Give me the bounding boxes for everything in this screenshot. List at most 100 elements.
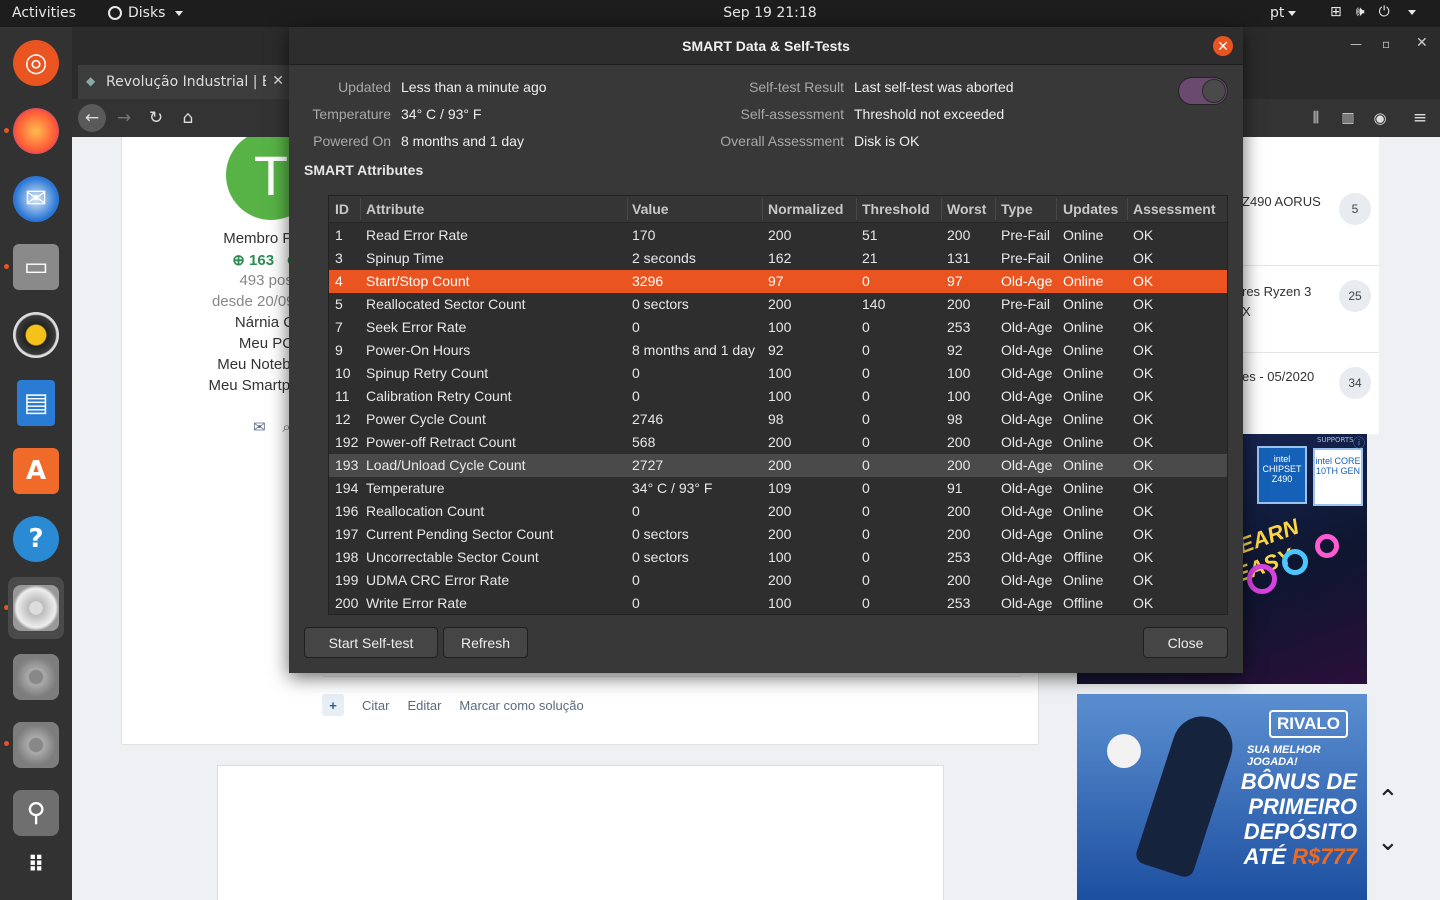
quote-link[interactable]: Citar — [362, 698, 389, 713]
sidebar-icon[interactable]: ▥ — [1334, 104, 1362, 132]
dock-rhythmbox[interactable] — [8, 307, 64, 363]
edit-link[interactable]: Editar — [407, 698, 441, 713]
dock-thunderbird[interactable]: ✉ — [8, 171, 64, 227]
scroll-down-icon[interactable]: ⌄ — [1377, 827, 1399, 857]
col-value-cell: 170 — [632, 227, 656, 243]
clock[interactable]: Sep 19 21:18 — [723, 5, 816, 21]
column-separator[interactable] — [360, 198, 361, 220]
col-worst-header[interactable]: Worst — [947, 201, 986, 217]
col-attribute-header[interactable]: Attribute — [366, 201, 424, 217]
fan-icon — [1282, 549, 1308, 575]
column-separator[interactable] — [1056, 198, 1057, 220]
col-id-cell: 198 — [335, 549, 359, 565]
close-window-button[interactable]: ✕ — [1416, 35, 1428, 51]
table-row[interactable]: 194 Temperature 34° C / 93° F 109 0 91 Old-Age… — [329, 477, 1227, 500]
col-threshold-cell: 0 — [862, 572, 870, 588]
col-assessment-header[interactable]: Assessment — [1133, 201, 1216, 217]
col-type-cell: Old-Age — [1001, 388, 1053, 404]
table-row[interactable]: 7 Seek Error Rate 0 100 0 253 Old-Age Online OK — [329, 316, 1227, 339]
player-figure — [1133, 708, 1241, 880]
col-id-cell: 194 — [335, 480, 359, 496]
system-menu[interactable]: ⊞ 🕪 ⏻ — [1330, 4, 1416, 20]
related-topic[interactable]: res Ryzen 3 X — [1242, 282, 1342, 322]
col-normalized-header[interactable]: Normalized — [768, 201, 843, 217]
menu-icon[interactable]: ≡ — [1406, 104, 1434, 132]
table-row[interactable]: 10 Spinup Retry Count 0 100 0 100 Old-Age Onlin… — [329, 362, 1227, 385]
browser-tab[interactable]: ◆ Revolução Industrial | Et ✕ — [78, 65, 290, 99]
activities-button[interactable]: Activities — [12, 5, 76, 21]
table-row[interactable]: 12 Power Cycle Count 2746 98 0 98 Old-Age Onlin… — [329, 408, 1227, 431]
scroll-up-icon[interactable]: ⌃ — [1377, 785, 1399, 815]
col-type-cell: Pre-Fail — [1001, 250, 1051, 266]
column-separator[interactable] — [856, 198, 857, 220]
related-topic[interactable]: Z490 AORUS — [1242, 194, 1342, 209]
self-assessment-value: Threshold not exceeded — [854, 106, 1005, 122]
table-row[interactable]: 3 Spinup Time 2 seconds 162 21 131 Pre-Fail Onl… — [329, 247, 1227, 270]
column-separator[interactable] — [627, 198, 628, 220]
close-tab-icon[interactable]: ✕ — [272, 73, 284, 89]
home-button[interactable]: ⌂ — [174, 104, 202, 132]
smart-attributes-table[interactable]: ID Attribute Value Normalized Threshold Worst… — [328, 195, 1228, 615]
divider — [1242, 352, 1379, 353]
app-menu[interactable]: Disks — [108, 5, 184, 21]
table-row[interactable]: 199 UDMA CRC Error Rate 0 200 0 200 Old-Age Onl… — [329, 569, 1227, 592]
col-threshold-header[interactable]: Threshold — [862, 201, 930, 217]
advertisement-rivalo[interactable]: RIVALO SUA MELHOR JOGADA! BÔNUS DE PRIME… — [1077, 694, 1367, 900]
table-row[interactable]: 192 Power-off Retract Count 568 200 0 200 Old-… — [329, 431, 1227, 454]
dock-drive-1[interactable] — [8, 649, 64, 705]
reload-button[interactable]: ↻ — [142, 104, 170, 132]
dialog-close-icon[interactable]: ✕ — [1213, 36, 1233, 56]
table-row[interactable]: 11 Calibration Retry Count 0 100 0 100 Old-Age… — [329, 385, 1227, 408]
table-row[interactable]: 193 Load/Unload Cycle Count 2727 200 0 200 Old… — [329, 454, 1227, 477]
col-type-header[interactable]: Type — [1001, 201, 1033, 217]
back-button[interactable]: ← — [78, 104, 106, 132]
show-applications-button[interactable]: ⠿ — [8, 837, 64, 893]
column-separator[interactable] — [941, 198, 942, 220]
mark-solution-link[interactable]: Marcar como solução — [459, 698, 583, 713]
minimize-button[interactable]: — — [1350, 37, 1362, 51]
column-separator[interactable] — [762, 198, 763, 220]
rivalo-logo: RIVALO — [1269, 710, 1348, 738]
dock-ubuntu-software[interactable]: ◎ — [8, 35, 64, 91]
dock-software[interactable]: A — [8, 443, 64, 499]
forward-button[interactable]: → — [110, 104, 138, 132]
dock-drive-2[interactable] — [8, 717, 64, 773]
close-button[interactable]: Close — [1143, 627, 1228, 658]
dock-firefox[interactable] — [8, 103, 64, 159]
message-icon[interactable]: ✉ — [253, 419, 266, 436]
start-self-test-button[interactable]: Start Self-test — [304, 627, 438, 658]
col-type-cell: Pre-Fail — [1001, 227, 1051, 243]
dock-help[interactable]: ? — [8, 511, 64, 567]
col-value-header[interactable]: Value — [632, 201, 669, 217]
reply-editor[interactable] — [217, 765, 944, 900]
dock-writer[interactable]: ▤ — [8, 375, 64, 431]
library-icon[interactable]: ⫼ — [1302, 104, 1330, 132]
dock-files[interactable]: ▭ — [8, 239, 64, 295]
table-row[interactable]: 197 Current Pending Sector Count 0 sectors… — [329, 523, 1227, 546]
table-row[interactable]: 5 Reallocated Sector Count 0 sectors 200 140… — [329, 293, 1227, 316]
soccer-ball-icon — [1107, 734, 1141, 768]
table-row[interactable]: 9 Power-On Hours 8 months and 1 day 92 0 92 Ol… — [329, 339, 1227, 362]
col-updates-header[interactable]: Updates — [1063, 201, 1118, 217]
ad-info-icon[interactable]: ⓘ — [1353, 434, 1365, 451]
col-normalized-cell: 200 — [768, 296, 792, 312]
table-row[interactable]: 1 Read Error Rate 170 200 51 200 Pre-Fail Onlin… — [329, 224, 1227, 247]
column-separator[interactable] — [1127, 198, 1128, 220]
table-row[interactable]: 4 Start/Stop Count 3296 97 0 97 Old-Age Online O… — [329, 270, 1227, 293]
disks-app-icon — [108, 6, 122, 20]
dock-disks[interactable] — [8, 577, 64, 639]
table-row[interactable]: 198 Uncorrectable Sector Count 0 sectors 10… — [329, 546, 1227, 569]
table-row[interactable]: 196 Reallocation Count 0 200 0 200 Old-Age Onli… — [329, 500, 1227, 523]
col-id-header[interactable]: ID — [335, 201, 349, 217]
add-reaction-button[interactable]: + — [322, 694, 344, 716]
table-row[interactable]: 200 Write Error Rate 0 100 0 253 Old-Age Offlin… — [329, 592, 1227, 614]
smart-enabled-toggle[interactable] — [1178, 77, 1228, 105]
account-icon[interactable]: ◉ — [1366, 104, 1394, 132]
language-selector[interactable]: pt — [1270, 5, 1297, 21]
column-separator[interactable] — [995, 198, 996, 220]
dock-usb[interactable]: ⚲ — [8, 785, 64, 841]
related-topic[interactable]: es - 05/2020 — [1242, 369, 1342, 384]
post-actions: + Citar Editar Marcar como solução — [322, 694, 584, 716]
refresh-button[interactable]: Refresh — [443, 627, 528, 658]
maximize-button[interactable]: ▫ — [1382, 37, 1390, 51]
